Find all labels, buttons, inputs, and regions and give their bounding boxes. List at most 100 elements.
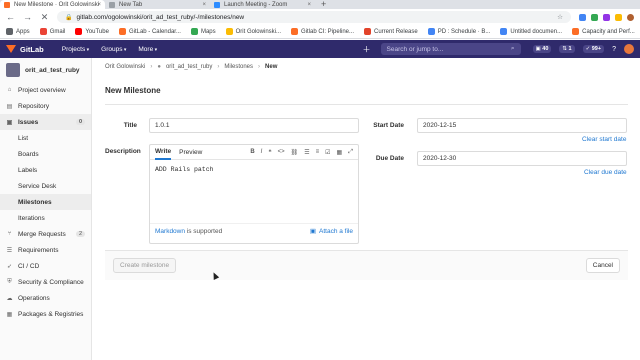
browser-tab[interactable]: New Tab × (105, 0, 210, 9)
task-list-icon[interactable]: ☑ (325, 149, 330, 156)
quote-icon[interactable]: ❝ (268, 149, 271, 156)
bookmark[interactable]: Orit Golowinski... (225, 28, 281, 35)
reload-icon[interactable]: ✕ (40, 12, 49, 23)
breadcrumb-current: New (265, 64, 278, 70)
issues-count: 0 (75, 119, 85, 125)
new-tab-button[interactable]: + (315, 0, 332, 9)
rocket-icon: ➶ (6, 263, 13, 270)
bookmark[interactable]: Apps (6, 28, 30, 35)
page-title: New Milestone (105, 86, 161, 95)
merge-requests-badge[interactable]: ⇅ 1 (559, 45, 575, 53)
nav-more[interactable]: More (138, 46, 157, 53)
sidebar-item-repository[interactable]: ▤ Repository (0, 98, 91, 114)
project-sidebar: orit_ad_test_ruby ⌂ Project overview ▤ R… (0, 58, 92, 360)
bookmark[interactable]: Maps (190, 28, 216, 35)
gitlab-icon (118, 28, 126, 35)
sidebar-sub-boards[interactable]: Boards (0, 146, 91, 162)
apps-grid-icon (6, 28, 13, 35)
close-tab-icon[interactable]: × (307, 2, 311, 8)
sidebar-item-ci-cd[interactable]: ➶ CI / CD (0, 258, 91, 274)
bookmark[interactable]: Gmail (39, 28, 65, 35)
project-header[interactable]: orit_ad_test_ruby (0, 58, 91, 82)
extension-icon[interactable] (603, 13, 610, 21)
sidebar-sub-service-desk[interactable]: Service Desk (0, 178, 91, 194)
close-tab-icon[interactable]: × (97, 2, 101, 8)
bookmark[interactable]: Gitlab CI: Pipeline... (290, 28, 354, 35)
nav-groups[interactable]: Groups (101, 46, 126, 53)
fullscreen-icon[interactable]: ⤢ (348, 149, 353, 156)
title-input[interactable]: 1.0.1 (149, 118, 359, 133)
gitlab-logo[interactable]: GitLab (6, 45, 44, 54)
bold-icon[interactable]: B (250, 149, 254, 156)
due-date-input[interactable]: 2020-12-30 (417, 151, 627, 166)
browser-tab[interactable]: Launch Meeting - Zoom × (210, 0, 315, 9)
breadcrumb-item[interactable]: Orit Golowinski (105, 64, 145, 70)
main-content: Orit Golowinski › ● orit_ad_test_ruby › … (92, 58, 640, 360)
gitlab-top-nav: GitLab Projects Groups More ＋ Search or … (0, 40, 640, 58)
sidebar-item-requirements[interactable]: ☰ Requirements (0, 242, 91, 258)
sidebar-item-issues[interactable]: ▣ Issues 0 (0, 114, 91, 130)
help-icon[interactable]: ? (612, 46, 616, 53)
code-icon[interactable]: <> (278, 149, 285, 156)
formatting-tools: B I ❝ <> ⛓ ☰ ≡ ☑ ▦ ⤢ (250, 149, 353, 156)
extensions (579, 13, 634, 21)
sidebar-item-security[interactable]: ⛨ Security & Compliance (0, 274, 91, 290)
shield-icon: ⛨ (7, 278, 12, 285)
italic-icon[interactable]: I (261, 149, 263, 156)
sidebar-item-merge-requests[interactable]: ⑂ Merge Requests 2 (0, 226, 91, 242)
bookmark[interactable]: Current Release (364, 28, 418, 35)
forward-icon[interactable]: → (23, 12, 32, 22)
sidebar-item-packages[interactable]: ▦ Packages & Registries (0, 306, 91, 322)
browser-tab-active[interactable]: New Milestone · Orit Golowinski × (0, 0, 105, 9)
numbered-list-icon[interactable]: ≡ (316, 149, 320, 156)
cancel-button[interactable]: Cancel (585, 258, 620, 273)
header-right: ▣ 40 ⇅ 1 ✓ 99+ ? (532, 44, 634, 54)
breadcrumb-item[interactable]: orit_ad_test_ruby (166, 64, 212, 70)
tab-write[interactable]: Write (155, 145, 172, 160)
bookmark[interactable]: PD : Schedule · B... (427, 28, 490, 35)
bullet-list-icon[interactable]: ☰ (304, 149, 309, 156)
description-textarea[interactable]: ADD Rails patch (150, 160, 358, 223)
tab-preview[interactable]: Preview (179, 145, 202, 160)
bookmark[interactable]: YouTube (75, 28, 109, 35)
bookmark-icon (364, 28, 372, 35)
issues-badge[interactable]: ▣ 40 (532, 45, 552, 53)
table-icon[interactable]: ▦ (337, 149, 343, 156)
profile-avatar-icon[interactable] (627, 13, 634, 21)
back-icon[interactable]: ← (6, 12, 15, 22)
extension-icon[interactable] (579, 13, 586, 21)
editor-toolbar: Write Preview B I ❝ <> ⛓ ☰ ≡ ☑ ▦ ⤢ (150, 145, 358, 160)
link-icon[interactable]: ⛓ (291, 149, 299, 156)
extension-icon[interactable] (591, 13, 598, 21)
nav-projects[interactable]: Projects (62, 46, 89, 53)
search-input[interactable]: Search or jump to... ⌕ (380, 43, 521, 55)
sidebar-sub-milestones[interactable]: Milestones (0, 194, 91, 210)
sidebar-sub-list[interactable]: List (0, 130, 91, 146)
package-icon: ▦ (6, 311, 13, 318)
markdown-link[interactable]: Markdown (155, 228, 185, 235)
sidebar-item-operations[interactable]: ☁ Operations (0, 290, 91, 306)
clear-due-date-link[interactable]: Clear due date (584, 169, 627, 176)
bookmark[interactable]: Capacity and Perf... (572, 28, 635, 35)
start-date-input[interactable]: 2020-12-15 (417, 118, 627, 133)
user-avatar[interactable] (624, 44, 634, 54)
bookmark[interactable]: GitLab - Calendar... (118, 28, 181, 35)
address-bar[interactable]: 🔒 gitlab.com/ogolowinski/orit_ad_test_ru… (57, 11, 571, 23)
clear-start-date-link[interactable]: Clear start date (582, 136, 626, 143)
sidebar-item-project-overview[interactable]: ⌂ Project overview (0, 82, 91, 98)
close-tab-icon[interactable]: × (202, 2, 206, 8)
create-milestone-button[interactable]: Create milestone (113, 258, 177, 273)
chevron-right-icon: › (150, 64, 153, 70)
todos-badge[interactable]: ✓ 99+ (582, 45, 605, 53)
search-icon: ⌕ (510, 45, 515, 52)
breadcrumb-item[interactable]: Milestones (224, 64, 253, 70)
sidebar-sub-iterations[interactable]: Iterations (0, 210, 91, 226)
plus-icon[interactable]: ＋ (363, 44, 371, 55)
sidebar-sub-labels[interactable]: Labels (0, 162, 91, 178)
tab-title: New Tab (119, 1, 143, 8)
attach-file-button[interactable]: ▣ Attach a file (310, 227, 353, 236)
bookmark-star-icon[interactable]: ☆ (557, 13, 563, 21)
merge-requests-count: 2 (75, 231, 85, 237)
bookmark[interactable]: Untitled documen... (500, 28, 562, 35)
extension-icon[interactable] (615, 13, 622, 21)
